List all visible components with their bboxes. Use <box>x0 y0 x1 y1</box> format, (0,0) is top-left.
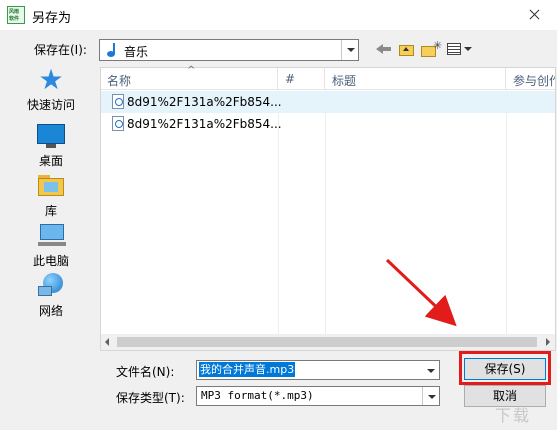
filename-label: 文件名(N): <box>116 365 175 379</box>
view-menu-icon[interactable] <box>446 40 474 58</box>
chevron-down-icon <box>428 395 436 399</box>
places-bar: ★ 快速访问 桌面 库 此电脑 网络 <box>8 66 94 356</box>
column-header-contributor[interactable]: 参与创作 <box>507 68 555 90</box>
save-as-dialog: 风雨 软件 另存为 保存在(I): 音乐 ✳ ★ 快速访问 桌面 库 此电脑 网… <box>0 0 557 430</box>
close-button[interactable] <box>511 0 557 30</box>
app-logo-icon: 风雨 软件 <box>7 6 25 24</box>
place-label: 快速访问 <box>26 98 75 112</box>
filetype-dropdown-button[interactable] <box>422 387 439 405</box>
save-in-value: 音乐 <box>124 45 149 59</box>
column-header-label: 名称 <box>107 74 132 88</box>
horizontal-scrollbar[interactable] <box>101 334 555 350</box>
filetype-dropdown[interactable]: MP3 format(*.mp3) <box>196 386 440 406</box>
scrollbar-thumb[interactable] <box>117 337 537 347</box>
audio-file-icon <box>112 94 124 109</box>
chevron-down-icon <box>427 369 435 373</box>
file-name: 8d91%2F131a%2Fb854... <box>127 95 282 109</box>
music-note-icon <box>106 42 120 58</box>
new-folder-icon[interactable]: ✳ <box>420 39 442 58</box>
place-label: 库 <box>44 204 57 218</box>
up-folder-icon[interactable] <box>398 40 416 58</box>
library-icon <box>36 172 66 200</box>
filename-value: 我的合并声音.mp3 <box>199 362 296 377</box>
scroll-right-icon[interactable] <box>546 338 550 346</box>
scroll-left-icon[interactable] <box>105 338 109 346</box>
column-header-label: 标题 <box>332 74 357 88</box>
filename-dropdown-button[interactable] <box>422 361 439 379</box>
file-list-header: 名称 ^ # 标题 参与创作 <box>101 65 555 90</box>
place-network[interactable]: 网络 <box>8 272 94 324</box>
place-desktop[interactable]: 桌面 <box>8 122 94 174</box>
this-pc-icon <box>36 222 66 250</box>
save-in-dropdown-button[interactable] <box>341 40 358 60</box>
column-header-name[interactable]: 名称 ^ <box>101 65 278 90</box>
filetype-value: MP3 format(*.mp3) <box>201 389 314 402</box>
file-name-cell: 8d91%2F131a%2Fb854... <box>101 113 282 135</box>
back-arrow-icon[interactable] <box>376 40 394 58</box>
network-icon <box>36 272 66 300</box>
place-label: 桌面 <box>38 154 63 168</box>
column-header-title[interactable]: 标题 <box>326 68 506 90</box>
title-bar: 风雨 软件 另存为 <box>0 0 557 30</box>
column-header-label: 参与创作 <box>513 74 555 88</box>
place-label: 网络 <box>38 304 63 318</box>
column-header-label: # <box>285 72 296 86</box>
filename-input[interactable]: 我的合并声音.mp3 <box>196 360 440 380</box>
app-logo-text-bottom: 软件 <box>9 16 20 22</box>
desktop-icon <box>36 122 66 150</box>
audio-file-icon <box>112 116 124 131</box>
place-label: 此电脑 <box>32 254 69 268</box>
window-title: 另存为 <box>32 11 72 26</box>
file-row[interactable]: 8d91%2F131a%2Fb854... <box>101 91 555 113</box>
column-header-number[interactable]: # <box>279 68 325 90</box>
file-row[interactable]: 8d91%2F131a%2Fb854... <box>101 113 555 135</box>
sort-ascending-icon: ^ <box>187 65 196 76</box>
annotation-highlight-box <box>459 351 551 385</box>
file-list[interactable]: 名称 ^ # 标题 参与创作 8d91%2F131a%2Fb854... <box>100 65 556 351</box>
watermark: 下载 <box>495 406 532 425</box>
place-this-pc[interactable]: 此电脑 <box>8 222 94 274</box>
save-in-dropdown[interactable]: 音乐 <box>99 39 359 61</box>
chevron-down-icon <box>347 48 355 52</box>
place-library[interactable]: 库 <box>8 172 94 224</box>
app-logo-text-top: 风雨 <box>9 9 20 15</box>
file-name: 8d91%2F131a%2Fb854... <box>127 117 282 131</box>
place-quick-access[interactable]: ★ 快速访问 <box>8 66 94 118</box>
file-name-cell: 8d91%2F131a%2Fb854... <box>101 91 282 113</box>
quick-access-star-icon: ★ <box>38 63 64 96</box>
save-in-label: 保存在(I): <box>34 43 87 57</box>
filetype-label: 保存类型(T): <box>116 391 185 405</box>
